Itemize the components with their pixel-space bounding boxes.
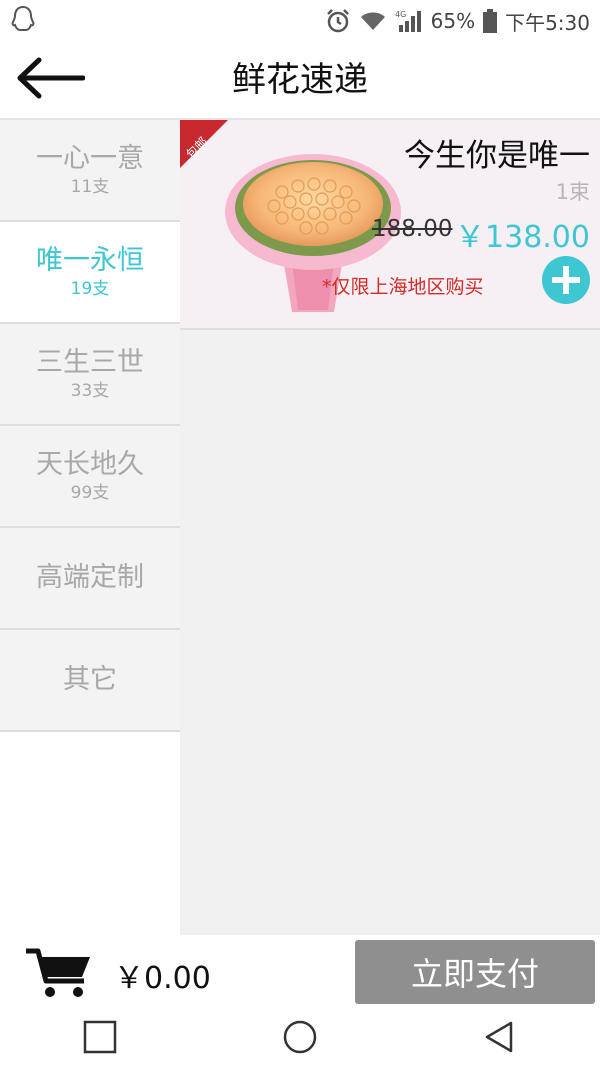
category-count: 33支: [70, 381, 110, 401]
category-name: 天长地久: [36, 449, 144, 480]
alarm-icon: [325, 8, 351, 34]
category-name: 三生三世: [36, 347, 144, 378]
sidebar-item-sanshengsanshi[interactable]: 三生三世 33支: [0, 324, 180, 426]
sidebar-item-tianchangdijiu[interactable]: 天长地久 99支: [0, 426, 180, 528]
circle-icon: [282, 1019, 318, 1059]
app-header: 鲜花速递: [0, 42, 600, 120]
sale-price: ￥138.00: [455, 220, 590, 255]
category-count: 19支: [70, 279, 110, 299]
clock-time: 下午5:30: [505, 10, 590, 35]
network-type-label: 4G: [395, 10, 406, 19]
square-icon: [83, 1020, 117, 1058]
home-button[interactable]: [270, 1015, 330, 1063]
signal-icon: 4G: [395, 9, 423, 33]
battery-icon: [483, 9, 498, 33]
add-to-cart-button[interactable]: [542, 256, 590, 304]
region-restriction-note: *仅限上海地区购买: [322, 276, 484, 298]
wifi-icon: [359, 10, 387, 32]
status-bar: 4G 65% 下午5:30: [0, 0, 600, 42]
sidebar-item-qita[interactable]: 其它: [0, 630, 180, 732]
original-price: 188.00: [372, 216, 453, 242]
cart-total: ￥0.00: [114, 961, 211, 996]
product-name: 今生你是唯一: [404, 138, 590, 174]
category-count: 99支: [70, 483, 110, 503]
recent-apps-button[interactable]: [70, 1015, 130, 1063]
category-name: 其它: [63, 664, 117, 695]
qq-icon: [10, 5, 36, 37]
sidebar-item-yixinyiyi[interactable]: 一心一意 11支: [0, 120, 180, 222]
page-title: 鲜花速递: [232, 60, 368, 100]
checkout-bar: ￥0.00 立即支付: [0, 935, 600, 1010]
system-nav-bar: [0, 1010, 600, 1067]
app-screen: 4G 65% 下午5:30 鲜花速递 一心一意 11支 唯一永恒 19支 三生三…: [0, 0, 600, 1067]
sidebar-item-gaoduandingzhi[interactable]: 高端定制: [0, 528, 180, 630]
product-unit: 1束: [555, 180, 590, 204]
category-count: 11支: [70, 177, 110, 197]
triangle-back-icon: [483, 1020, 517, 1058]
product-list: 包邮 今生你是唯一 1束 188.00 ￥138.00 *仅限上海地区购买: [180, 120, 600, 935]
battery-percent: 65%: [430, 9, 476, 33]
pay-now-button[interactable]: 立即支付: [355, 940, 595, 1004]
sidebar-item-weiyiyongheng[interactable]: 唯一永恒 19支: [0, 222, 180, 324]
product-card[interactable]: 包邮 今生你是唯一 1束 188.00 ￥138.00 *仅限上海地区购买: [180, 120, 600, 330]
category-name: 高端定制: [36, 562, 144, 593]
cart-icon[interactable]: [24, 947, 94, 999]
category-name: 一心一意: [36, 143, 144, 174]
category-name: 唯一永恒: [36, 245, 144, 276]
category-sidebar: 一心一意 11支 唯一永恒 19支 三生三世 33支 天长地久 99支 高端定制…: [0, 120, 180, 935]
back-nav-button[interactable]: [470, 1015, 530, 1063]
